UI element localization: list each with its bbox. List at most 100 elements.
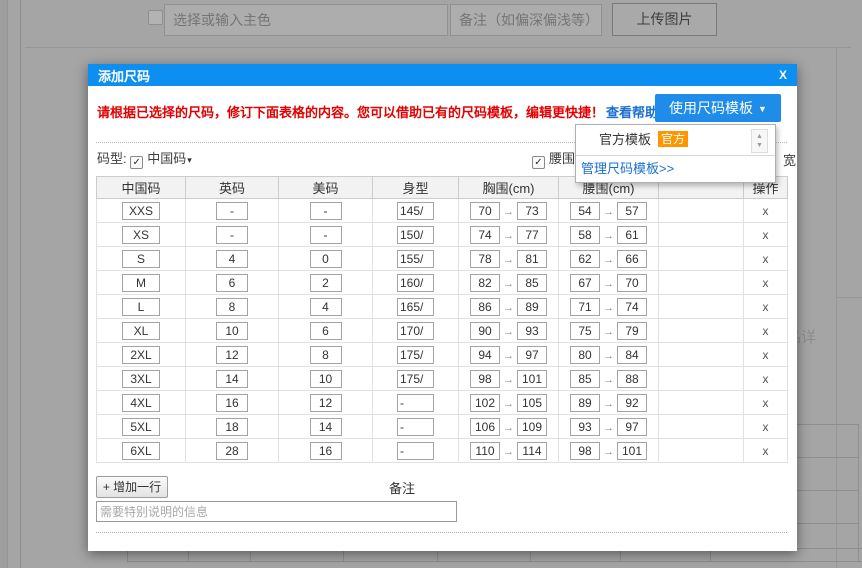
cn-size-input[interactable]	[122, 250, 160, 268]
body-type-input[interactable]	[397, 298, 434, 316]
body-type-input[interactable]	[397, 442, 434, 460]
bust-from-input[interactable]	[470, 202, 500, 220]
us-size-input[interactable]	[310, 322, 342, 340]
upload-image-button[interactable]: 上传图片	[612, 3, 717, 36]
waist-from-input[interactable]	[570, 202, 600, 220]
waist-from-input[interactable]	[570, 274, 600, 292]
dropdown-item-official-template[interactable]: 官方模板官方 ▲ ▼	[576, 125, 775, 155]
cn-size-input[interactable]	[122, 322, 160, 340]
bust-to-input[interactable]	[517, 418, 547, 436]
bust-to-input[interactable]	[517, 274, 547, 292]
delete-row-button[interactable]: x	[763, 204, 769, 218]
waist-to-input[interactable]	[617, 322, 647, 340]
delete-row-button[interactable]: x	[763, 276, 769, 290]
bust-from-input[interactable]	[470, 394, 500, 412]
waist-to-input[interactable]	[617, 274, 647, 292]
delete-row-button[interactable]: x	[763, 324, 769, 338]
body-type-input[interactable]	[397, 346, 434, 364]
note-input[interactable]	[96, 501, 457, 522]
bust-from-input[interactable]	[470, 418, 500, 436]
uk-size-input[interactable]	[216, 226, 248, 244]
waist-to-input[interactable]	[617, 346, 647, 364]
use-size-template-button[interactable]: 使用尺码模板▼	[655, 94, 781, 122]
waist-to-input[interactable]	[617, 226, 647, 244]
manage-templates-link[interactable]: 管理尺码模板>>	[576, 155, 775, 182]
bust-to-input[interactable]	[517, 394, 547, 412]
cn-size-input[interactable]	[122, 346, 160, 364]
body-type-input[interactable]	[397, 370, 434, 388]
delete-row-button[interactable]: x	[763, 372, 769, 386]
uk-size-input[interactable]	[216, 202, 248, 220]
waist-to-input[interactable]	[617, 250, 647, 268]
uk-size-input[interactable]	[216, 394, 248, 412]
delete-row-button[interactable]: x	[763, 252, 769, 266]
waist-from-input[interactable]	[570, 322, 600, 340]
body-type-input[interactable]	[397, 394, 434, 412]
bg-color-checkbox[interactable]	[148, 10, 163, 25]
waist-to-input[interactable]	[617, 202, 647, 220]
uk-size-input[interactable]	[216, 418, 248, 436]
uk-size-input[interactable]	[216, 346, 248, 364]
waist-from-input[interactable]	[570, 418, 600, 436]
us-size-input[interactable]	[310, 274, 342, 292]
bust-to-input[interactable]	[517, 250, 547, 268]
bust-to-input[interactable]	[517, 370, 547, 388]
close-icon[interactable]: X	[779, 64, 787, 86]
waist-from-input[interactable]	[570, 370, 600, 388]
uk-size-input[interactable]	[216, 274, 248, 292]
cn-size-input[interactable]	[122, 442, 160, 460]
add-row-button[interactable]: + 增加一行	[96, 476, 168, 498]
uk-size-input[interactable]	[216, 370, 248, 388]
delete-row-button[interactable]: x	[763, 444, 769, 458]
uk-size-input[interactable]	[216, 322, 248, 340]
bust-from-input[interactable]	[470, 322, 500, 340]
delete-row-button[interactable]: x	[763, 300, 769, 314]
bg-remark-input[interactable]	[450, 4, 602, 36]
us-size-input[interactable]	[310, 442, 342, 460]
us-size-input[interactable]	[310, 370, 342, 388]
us-size-input[interactable]	[310, 250, 342, 268]
waist-to-input[interactable]	[617, 394, 647, 412]
body-type-input[interactable]	[397, 202, 434, 220]
help-link[interactable]: 查看帮助	[606, 105, 658, 120]
delete-row-button[interactable]: x	[763, 228, 769, 242]
waist-from-input[interactable]	[570, 346, 600, 364]
waist-from-input[interactable]	[570, 226, 600, 244]
bust-to-input[interactable]	[517, 322, 547, 340]
bust-from-input[interactable]	[470, 226, 500, 244]
bust-to-input[interactable]	[517, 346, 547, 364]
us-size-input[interactable]	[310, 418, 342, 436]
uk-size-input[interactable]	[216, 298, 248, 316]
cn-size-input[interactable]	[122, 370, 160, 388]
us-size-input[interactable]	[310, 202, 342, 220]
bust-from-input[interactable]	[470, 250, 500, 268]
scroll-down-icon[interactable]: ▼	[756, 141, 763, 150]
cn-size-input[interactable]	[122, 274, 160, 292]
body-type-input[interactable]	[397, 250, 434, 268]
cn-size-input[interactable]	[122, 298, 160, 316]
body-type-input[interactable]	[397, 274, 434, 292]
bust-to-input[interactable]	[517, 226, 547, 244]
bust-from-input[interactable]	[470, 274, 500, 292]
scroll-up-icon[interactable]: ▲	[756, 132, 763, 141]
delete-row-button[interactable]: x	[763, 420, 769, 434]
bust-from-input[interactable]	[470, 442, 500, 460]
delete-row-button[interactable]: x	[763, 396, 769, 410]
waist-to-input[interactable]	[617, 418, 647, 436]
cn-size-option[interactable]: 中国码	[147, 151, 186, 166]
waist-from-input[interactable]	[570, 394, 600, 412]
body-type-input[interactable]	[397, 226, 434, 244]
us-size-input[interactable]	[310, 394, 342, 412]
body-type-input[interactable]	[397, 322, 434, 340]
us-size-input[interactable]	[310, 226, 342, 244]
us-size-input[interactable]	[310, 346, 342, 364]
waist-checkbox[interactable]: ✓	[532, 156, 545, 169]
waist-to-input[interactable]	[617, 298, 647, 316]
cn-size-input[interactable]	[122, 226, 160, 244]
cn-size-input[interactable]	[122, 202, 160, 220]
uk-size-input[interactable]	[216, 250, 248, 268]
dropdown-scrollbar[interactable]: ▲ ▼	[751, 129, 768, 153]
us-size-input[interactable]	[310, 298, 342, 316]
bust-to-input[interactable]	[517, 442, 547, 460]
bust-from-input[interactable]	[470, 346, 500, 364]
